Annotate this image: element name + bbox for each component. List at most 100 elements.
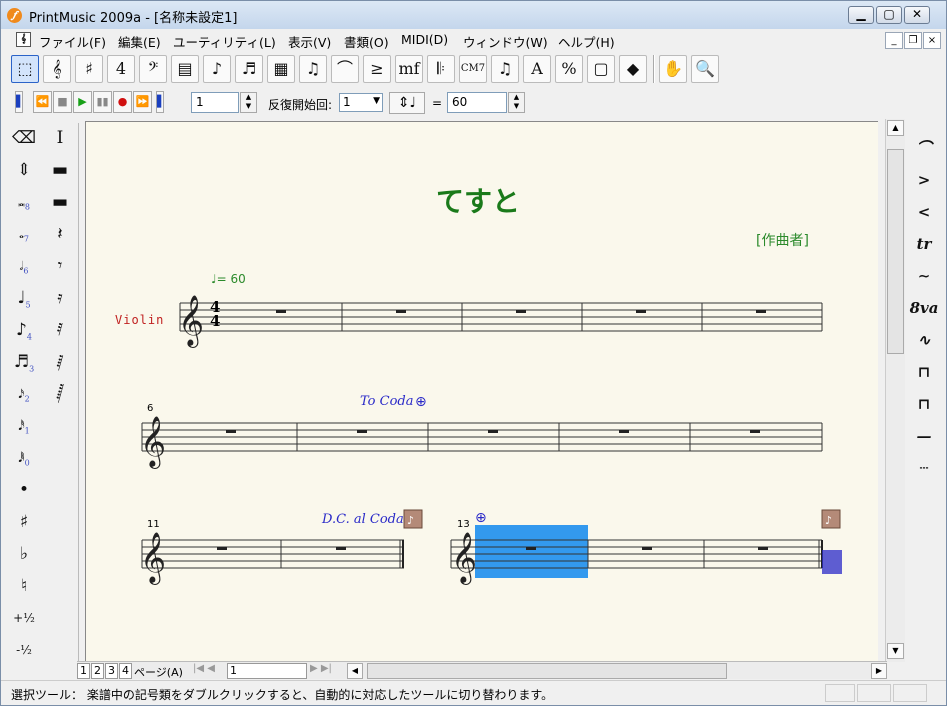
tuplet-tool-icon[interactable]: ♫ — [299, 55, 327, 83]
crescendo-hairpin-icon[interactable]: > — [909, 165, 939, 195]
quarter-rest-icon[interactable]: 𝄽 — [45, 219, 75, 249]
menu-window[interactable]: ウィンドウ(W) — [463, 32, 548, 51]
time-signature-tool-icon[interactable]: 4 — [107, 55, 135, 83]
tempo-note-select[interactable]: ⇕♩ — [389, 92, 425, 114]
menu-file[interactable]: ファイル(F) — [39, 32, 106, 51]
hand-grabber-tool-icon[interactable]: ✋ — [659, 55, 687, 83]
clef-tool-icon[interactable]: 𝄢 — [139, 55, 167, 83]
mirror-tool-icon[interactable]: ◆ — [619, 55, 647, 83]
score-canvas[interactable]: 𝄞 𝄞 ⊕ 𝄞 ♪ 𝄞 ⊕ ♪ てすと [作曲者] ♩= 60 Violin 4… — [85, 121, 878, 661]
articulation-tool-icon[interactable]: ≥ — [363, 55, 391, 83]
horizontal-scroll-thumb[interactable] — [367, 663, 727, 679]
flat-icon[interactable]: ♭ — [9, 539, 39, 569]
menu-document[interactable]: 書類(O) — [344, 32, 389, 51]
repeat-tool-icon[interactable]: 𝄆 — [427, 55, 455, 83]
resize-tool-icon[interactable]: % — [555, 55, 583, 83]
eraser-icon[interactable]: ⌫ — [9, 123, 39, 153]
lyrics-tool-icon[interactable]: ♫ — [491, 55, 519, 83]
instrument-name[interactable]: Violin — [115, 313, 164, 327]
page-layout-tool-icon[interactable]: ▢ — [587, 55, 615, 83]
page-nav-first-prev-icon[interactable]: |◀ ◀ — [193, 663, 215, 674]
tempo-input[interactable]: 60 — [447, 92, 507, 113]
half-rest-icon[interactable]: ▬ — [45, 187, 75, 217]
staff-end-handle[interactable] — [822, 550, 842, 574]
one-twenty-eighth-note-icon[interactable]: 𝅘𝅥𝅱0 — [9, 443, 39, 473]
natural-icon[interactable]: ♮ — [9, 571, 39, 601]
tempo-mark[interactable]: ♩= 60 — [211, 272, 246, 286]
half-step-up-icon[interactable]: +½ — [9, 603, 39, 633]
to-coda-text[interactable]: To Coda — [360, 394, 413, 409]
quarter-note-icon[interactable]: ♩5 — [9, 283, 39, 313]
scroll-left-icon[interactable]: ◀ — [347, 663, 363, 679]
bracket-close-icon[interactable]: ⊓ — [909, 389, 939, 419]
whole-rest-icon[interactable]: ▬ — [45, 155, 75, 185]
mdi-restore-icon[interactable]: ❐ — [904, 32, 922, 49]
thirty-second-note-icon[interactable]: 𝅘𝅥𝅯2 — [9, 379, 39, 409]
half-step-down-icon[interactable]: -½ — [9, 635, 39, 665]
fast-forward-end-icon[interactable]: ▌ — [156, 91, 165, 113]
record-icon[interactable]: ● — [113, 91, 132, 113]
menu-utilities[interactable]: ユーティリティ(L) — [173, 32, 276, 51]
bracket-open-icon[interactable]: ⊓ — [909, 357, 939, 387]
sixty-fourth-rest-icon[interactable]: 𝅁 — [45, 347, 75, 377]
page-tab-1[interactable]: 1 — [77, 663, 90, 679]
glissando-icon[interactable]: ∿ — [909, 325, 939, 355]
thirty-second-rest-icon[interactable]: 𝅀 — [45, 315, 75, 345]
sixteenth-rest-icon[interactable]: 𝄿 — [45, 283, 75, 313]
fast-forward-icon[interactable]: ⏩ — [133, 91, 152, 113]
tempo-spinner[interactable]: ▲ ▼ — [508, 92, 525, 113]
octave-sign-icon[interactable]: 8va — [909, 293, 939, 323]
menu-help[interactable]: ヘルプ(H) — [558, 32, 615, 51]
zoom-tool-icon[interactable]: 🔍 — [691, 55, 719, 83]
stop-icon[interactable]: ■ — [53, 91, 72, 113]
key-signature-tool-icon[interactable]: ♯ — [75, 55, 103, 83]
selection-tool-icon[interactable]: ⬚ — [11, 55, 39, 83]
menu-view[interactable]: 表示(V) — [288, 32, 331, 51]
slur-icon[interactable]: ⌒ — [909, 133, 939, 163]
close-icon[interactable]: ✕ — [904, 6, 930, 24]
menu-edit[interactable]: 編集(E) — [118, 32, 161, 51]
rewind-icon[interactable]: ⏪ — [33, 91, 52, 113]
pause-icon[interactable]: ▮▮ — [93, 91, 112, 113]
expression-tool-icon[interactable]: mf — [395, 55, 423, 83]
page-nav-next-last-icon[interactable]: ▶ ▶| — [310, 663, 332, 674]
eighth-rest-icon[interactable]: 𝄾 — [45, 251, 75, 281]
up-down-arrows-icon[interactable]: ⇕ — [9, 155, 39, 185]
page-tab-2[interactable]: 2 — [91, 663, 104, 679]
dot-icon[interactable]: • — [9, 475, 39, 505]
maximize-icon[interactable]: ▢ — [876, 6, 902, 24]
scroll-up-icon[interactable]: ▲ — [887, 120, 904, 136]
mdi-minimize-icon[interactable]: _ — [885, 32, 903, 49]
sharp-icon[interactable]: ♯ — [9, 507, 39, 537]
line-icon[interactable]: — — [909, 421, 939, 451]
simple-entry-tool-icon[interactable]: ♪ — [203, 55, 231, 83]
half-note-icon[interactable]: 𝅗𝅥6 — [9, 251, 39, 281]
menu-midi[interactable]: MIDI(D) — [401, 32, 448, 47]
score-title[interactable]: てすと — [436, 180, 520, 220]
double-whole-note-icon[interactable]: 𝅜8 — [9, 187, 39, 217]
scroll-thumb[interactable] — [887, 149, 904, 354]
trill-icon[interactable]: tr — [909, 229, 939, 259]
whole-note-icon[interactable]: 𝅝7 — [9, 219, 39, 249]
smart-shape-tool-icon[interactable]: ⌒ — [331, 55, 359, 83]
dashed-line-icon[interactable]: ┄ — [909, 453, 939, 483]
text-tool-icon[interactable]: A — [523, 55, 551, 83]
selection-highlight[interactable] — [475, 525, 588, 578]
page-tab-3[interactable]: 3 — [105, 663, 118, 679]
page-number-input[interactable]: 1 — [227, 663, 307, 679]
measure-input[interactable]: 1 — [191, 92, 239, 113]
hyperscribe-tool-icon[interactable]: ▦ — [267, 55, 295, 83]
vertical-scrollbar[interactable]: ▲ ▼ — [885, 119, 905, 662]
mdi-close-icon[interactable]: × — [923, 32, 941, 49]
minimize-icon[interactable]: ▁ — [848, 6, 874, 24]
decrescendo-hairpin-icon[interactable]: < — [909, 197, 939, 227]
document-icon[interactable]: 𝄞 — [16, 32, 31, 47]
play-icon[interactable]: ▶ — [73, 91, 92, 113]
eraser-rest-icon[interactable]: I — [45, 123, 75, 153]
scroll-down-icon[interactable]: ▼ — [887, 643, 904, 659]
speedy-entry-tool-icon[interactable]: ♬ — [235, 55, 263, 83]
measure-tool-icon[interactable]: ▤ — [171, 55, 199, 83]
sixteenth-note-icon[interactable]: ♬3 — [9, 347, 39, 377]
dc-al-coda-text[interactable]: D.C. al Coda — [322, 512, 404, 527]
repeat-select[interactable]: 1 ▼ — [339, 93, 383, 112]
